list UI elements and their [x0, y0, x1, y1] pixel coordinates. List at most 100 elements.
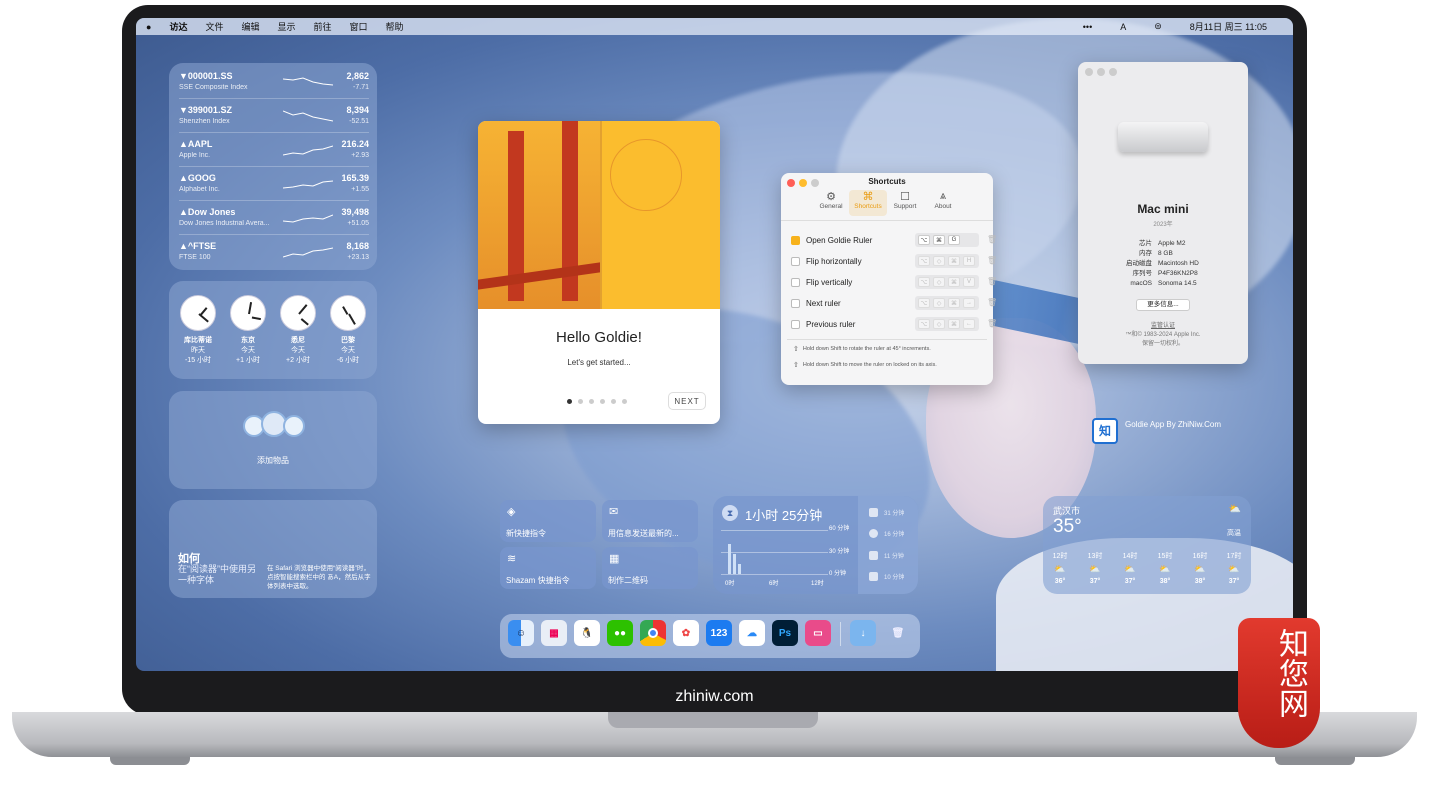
menu-help[interactable]: 帮助 — [386, 20, 404, 33]
copyright-text: ™和© 1983-2024 Apple Inc. — [1125, 332, 1201, 338]
shortcut-tile[interactable]: ≋ Shazam 快捷指令 — [500, 547, 596, 589]
shortcut-recorder[interactable]: ⌥ ⌘ G — [915, 233, 979, 247]
minimize-button[interactable] — [1097, 68, 1105, 76]
shortcut-recorder[interactable]: ⌥ ◇ ⌘ → — [915, 296, 979, 310]
launchpad-icon[interactable]: ▦ — [541, 620, 567, 646]
shortcut-checkbox[interactable] — [791, 256, 800, 266]
screen-time-widget[interactable]: ⧗ 1小时 25分钟 60 分钟 30 分钟 0 分钟 0时 6时 12时 31… — [713, 496, 918, 594]
stock-sparkline — [283, 110, 333, 122]
stock-change: +51.05 — [347, 220, 369, 227]
menu-file[interactable]: 文件 — [205, 20, 223, 33]
more-icon[interactable]: ••• — [1083, 22, 1092, 32]
add-item-widget[interactable]: 添加物品 — [169, 391, 377, 489]
stock-row[interactable]: ▼000001.SS SSE Composite Index 2,862 -7.… — [179, 65, 369, 99]
tips-widget[interactable]: 如何 在“阅读器”中使用另一种字体 在 Safari 浏览器中使用“阅读器”时，… — [169, 500, 377, 598]
weather-condition: 高温 — [1227, 530, 1241, 537]
more-info-button[interactable]: 更多信息... — [1136, 299, 1190, 311]
regulatory-link[interactable]: 监管认证 — [1078, 320, 1248, 329]
zoom-button[interactable] — [1109, 68, 1117, 76]
brand-seal: 知您网 — [1238, 618, 1320, 748]
trash-icon[interactable]: 🗑 — [987, 256, 997, 265]
stock-value: 8,394 — [346, 105, 369, 115]
goldie-menu-icon[interactable]: A — [1120, 22, 1126, 32]
baidu-netdisk-icon[interactable]: ☁ — [739, 620, 765, 646]
stock-symbol: ▼399001.SZ — [179, 105, 232, 115]
shortcut-tile[interactable]: ▦ 制作二维码 — [602, 547, 698, 589]
control-center-icon[interactable]: ⊜ — [1154, 21, 1162, 32]
trash-icon[interactable]: 🗑 — [987, 235, 997, 244]
close-button[interactable] — [1085, 68, 1093, 76]
shortcut-checkbox[interactable] — [791, 235, 800, 245]
cleanmymac-icon[interactable]: ▭ — [805, 620, 831, 646]
stock-row[interactable]: ▲AAPL Apple Inc. 216.24 +2.93 — [179, 133, 369, 167]
stock-name: Apple Inc. — [179, 152, 211, 159]
shortcut-recorder[interactable]: ⌥ ◇ ⌘ V — [915, 275, 979, 289]
hourly-forecast: 16时 ⛅ 38° — [1186, 551, 1214, 585]
menu-view[interactable]: 显示 — [277, 20, 295, 33]
app-usage: 31 分钟 — [869, 508, 904, 517]
trash-icon[interactable]: 🗑 — [987, 319, 997, 328]
stock-symbol: ▲AAPL — [179, 139, 213, 149]
world-clock-widget[interactable]: 库比蒂诺 昨天 -15 小时 东京 今天 +1 小时 悉尼 今天 +2 小时 巴黎 今天 -6 … — [169, 281, 377, 379]
welcome-window: Hello Goldie! Let's get started... NEXT — [478, 121, 720, 424]
tips-subtitle: 在“阅读器”中使用另一种字体 — [178, 564, 256, 585]
shortcut-label: Flip horizontally — [806, 256, 862, 266]
menu-go[interactable]: 前往 — [314, 20, 332, 33]
shortcut-tile[interactable]: ✉ 用信息发送最新的... — [602, 500, 698, 542]
dock-separator — [840, 622, 841, 646]
trash-icon[interactable]: 🗑 — [987, 298, 997, 307]
shortcut-row[interactable]: Previous ruler ⌥ ◇ ⌘ ← 🗑 — [791, 314, 997, 334]
menu-bar: ● 访达 文件 编辑 显示 前往 窗口 帮助 ••• A ⊜ 8月11日 周三 … — [136, 18, 1293, 35]
clock-day: 今天 — [241, 347, 255, 354]
clock-day: 昨天 — [191, 347, 205, 354]
weather-temp: 35° — [1053, 516, 1082, 537]
tab-general[interactable]: ⚙ General — [813, 190, 849, 216]
shortcut-label: Next ruler — [806, 298, 841, 308]
axis-label: 60 分钟 — [829, 526, 850, 532]
stock-name: Alphabet Inc. — [179, 186, 220, 193]
app-usage: 11 分钟 — [869, 551, 904, 560]
downloads-folder-icon[interactable]: ↓ — [850, 620, 876, 646]
wechat-icon[interactable]: ●● — [607, 620, 633, 646]
chrome-icon[interactable] — [640, 620, 666, 646]
menubar-clock[interactable]: 8月11日 周三 11:05 — [1190, 20, 1267, 33]
tab-shortcuts[interactable]: ⌘ Shortcuts — [849, 190, 887, 216]
shortcut-row[interactable]: Open Goldie Ruler ⌥ ⌘ G 🗑 — [791, 230, 997, 250]
weather-widget[interactable]: 武汉市 35° ⛅ 高温 12时 ⛅ 36° 13时 ⛅ 37° 14时 ⛅ 37° 15时… — [1043, 496, 1251, 594]
photos-icon[interactable]: ✿ — [673, 620, 699, 646]
stock-row[interactable]: ▲GOOG Alphabet Inc. 165.39 +1.55 — [179, 167, 369, 201]
stock-row[interactable]: ▼399001.SZ Shenzhen Index 8,394 -52.51 — [179, 99, 369, 133]
shortcut-row[interactable]: Flip horizontally ⌥ ◇ ⌘ H 🗑 — [791, 251, 997, 271]
shortcut-checkbox[interactable] — [791, 298, 800, 308]
desktop-icon-goldie[interactable]: 知 Goldie App By ZhiNiw.Com — [1092, 416, 1222, 448]
numbers-icon[interactable]: 123 — [706, 620, 732, 646]
photoshop-icon[interactable]: Ps — [772, 620, 798, 646]
apple-icon[interactable]: ● — [146, 22, 151, 32]
stocks-widget[interactable]: ▼000001.SS SSE Composite Index 2,862 -7.… — [169, 63, 377, 270]
stock-change: +1.55 — [351, 186, 369, 193]
stock-row[interactable]: ▲^FTSE FTSE 100 8,168 +23.13 — [179, 235, 369, 269]
mac-model: Mac mini — [1137, 202, 1189, 216]
shortcut-tile[interactable]: ◈ 新快捷指令 — [500, 500, 596, 542]
stock-sparkline — [283, 180, 333, 189]
menu-edit[interactable]: 编辑 — [241, 20, 259, 33]
trash-icon[interactable]: 🗑 — [885, 620, 911, 646]
shortcut-checkbox[interactable] — [791, 319, 800, 329]
qq-icon[interactable]: 🐧 — [574, 620, 600, 646]
next-button[interactable]: NEXT — [668, 392, 706, 410]
page-dots[interactable] — [567, 399, 627, 404]
menu-finder[interactable]: 访达 — [169, 20, 187, 33]
finder-icon[interactable]: ☺ — [508, 620, 534, 646]
hourglass-icon: ⧗ — [722, 505, 738, 521]
tab-about[interactable]: ⩓ About — [925, 190, 961, 216]
shortcut-row[interactable]: Next ruler ⌥ ◇ ⌘ → 🗑 — [791, 293, 997, 313]
usage-bar — [738, 564, 741, 574]
stock-row[interactable]: ▲Dow Jones Dow Jones Industrial Avera...… — [179, 201, 369, 235]
shortcut-recorder[interactable]: ⌥ ◇ ⌘ H — [915, 254, 979, 268]
tab-support[interactable]: ☐ Support — [887, 190, 923, 216]
shortcut-recorder[interactable]: ⌥ ◇ ⌘ ← — [915, 317, 979, 331]
shortcut-row[interactable]: Flip vertically ⌥ ◇ ⌘ V 🗑 — [791, 272, 997, 292]
trash-icon[interactable]: 🗑 — [987, 277, 997, 286]
shortcut-checkbox[interactable] — [791, 277, 800, 287]
menu-window[interactable]: 窗口 — [350, 20, 368, 33]
